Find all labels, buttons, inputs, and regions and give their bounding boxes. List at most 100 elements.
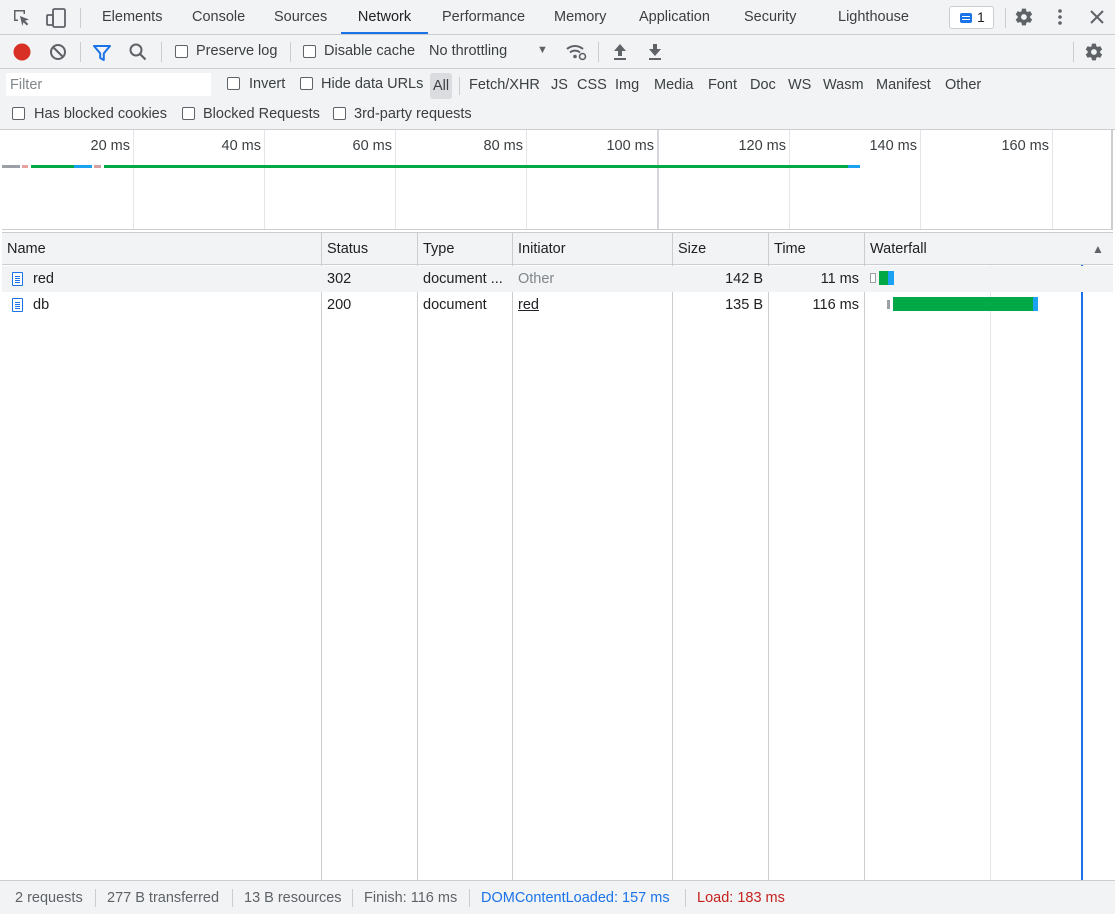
more-options-icon[interactable] [1050, 7, 1070, 27]
gridline [395, 130, 396, 229]
column-header-waterfall[interactable]: Waterfall [865, 233, 927, 265]
request-type: document ... [423, 271, 503, 287]
column-header-name[interactable]: Name [2, 233, 46, 265]
hide-data-urls-label[interactable]: Hide data URLs [321, 76, 423, 92]
table-row[interactable]: db 200 document red 135 B 116 ms [2, 292, 1113, 318]
tab-network[interactable]: Network [341, 0, 428, 34]
separator [352, 889, 353, 907]
network-toolbar: Preserve log Disable cache No throttling… [0, 35, 1115, 69]
tab-performance[interactable]: Performance [442, 0, 525, 34]
type-filter-doc[interactable]: Doc [747, 74, 779, 96]
disable-cache-checkbox[interactable] [303, 45, 316, 58]
blocked-requests-label[interactable]: Blocked Requests [203, 106, 320, 122]
column-header-type[interactable]: Type [418, 233, 454, 265]
filter-input[interactable] [6, 73, 211, 96]
type-filter-fetch-xhr[interactable]: Fetch/XHR [466, 74, 543, 96]
request-initiator-link[interactable]: red [513, 292, 673, 318]
throttling-select[interactable]: No throttling [429, 43, 507, 59]
request-time: 11 ms [820, 271, 859, 287]
request-status: 200 [327, 297, 352, 313]
clear-icon[interactable] [48, 42, 68, 62]
type-filter-img[interactable]: Img [612, 74, 642, 96]
type-filter-wasm[interactable]: Wasm [820, 74, 867, 96]
network-conditions-wifi-icon[interactable] [565, 42, 587, 62]
column-header-size[interactable]: Size [673, 233, 706, 265]
hide-data-urls-checkbox[interactable] [300, 77, 313, 90]
preserve-log-checkbox[interactable] [175, 45, 188, 58]
record-button-icon[interactable] [12, 42, 32, 62]
overview-bar-waiting [104, 165, 848, 168]
column-divider[interactable] [864, 232, 865, 880]
throttling-dropdown-arrow[interactable]: ▼ [537, 44, 548, 56]
type-filter-font[interactable]: Font [705, 74, 740, 96]
invert-checkbox[interactable] [227, 77, 240, 90]
third-party-requests-checkbox[interactable] [333, 107, 346, 120]
has-blocked-cookies-label[interactable]: Has blocked cookies [34, 106, 167, 122]
issues-counter-button[interactable]: 1 [949, 6, 994, 29]
column-divider[interactable] [512, 232, 513, 880]
overview-tick-label: 20 ms [90, 138, 131, 154]
overview-tick-label: 160 ms [1001, 138, 1049, 154]
tab-security[interactable]: Security [744, 0, 796, 34]
column-divider[interactable] [417, 232, 418, 880]
tab-sources[interactable]: Sources [274, 0, 327, 34]
request-name[interactable]: db [28, 292, 318, 318]
blocked-requests-checkbox[interactable] [182, 107, 195, 120]
device-toolbar-icon[interactable] [45, 7, 67, 29]
status-resources: 13 B resources [244, 890, 342, 906]
type-filter-manifest[interactable]: Manifest [873, 74, 934, 96]
overview-bar-connect [22, 165, 28, 168]
overview-tick-label: 140 ms [869, 138, 917, 154]
search-icon[interactable] [128, 42, 148, 62]
tab-lighthouse[interactable]: Lighthouse [838, 0, 909, 34]
import-har-upload-icon[interactable] [611, 42, 629, 62]
gridline [133, 130, 134, 229]
tab-application[interactable]: Application [639, 0, 710, 34]
column-header-time[interactable]: Time [769, 233, 806, 265]
column-header-status[interactable]: Status [322, 233, 368, 265]
tab-elements[interactable]: Elements [102, 0, 162, 34]
request-name[interactable]: red [28, 266, 318, 292]
overview-tick-label: 100 ms [606, 138, 654, 154]
tab-memory[interactable]: Memory [554, 0, 606, 34]
type-filter-ws[interactable]: WS [785, 74, 814, 96]
has-blocked-cookies-checkbox[interactable] [12, 107, 25, 120]
request-initiator: Other [518, 271, 555, 287]
disable-cache-label[interactable]: Disable cache [324, 43, 415, 59]
separator [95, 889, 96, 907]
tab-console[interactable]: Console [192, 0, 245, 34]
overview-bar-queue [2, 165, 20, 168]
network-settings-gear-icon[interactable] [1084, 42, 1104, 62]
invert-label[interactable]: Invert [249, 76, 285, 92]
network-overview-timeline[interactable]: 20 ms 40 ms 60 ms 80 ms 100 ms 120 ms 14… [2, 130, 1113, 230]
inspect-element-icon[interactable] [12, 8, 32, 28]
type-filter-other[interactable]: Other [942, 74, 984, 96]
waterfall-waiting-segment [893, 297, 1033, 311]
table-row[interactable]: red 302 document ... Other 142 B 11 ms [2, 266, 1113, 292]
filter-funnel-icon[interactable] [92, 43, 112, 63]
type-filter-css[interactable]: CSS [574, 74, 610, 96]
column-header-initiator[interactable]: Initiator [513, 233, 566, 265]
overview-bar-waiting [31, 165, 74, 168]
waterfall-waiting-segment [879, 271, 888, 285]
close-icon[interactable] [1088, 8, 1106, 26]
overview-tick-label: 40 ms [221, 138, 262, 154]
separator [459, 77, 460, 95]
request-time: 116 ms [812, 297, 859, 313]
column-divider[interactable] [768, 232, 769, 880]
third-party-requests-label[interactable]: 3rd-party requests [354, 106, 472, 122]
overview-tick-label: 60 ms [352, 138, 393, 154]
separator [1005, 8, 1006, 28]
column-divider[interactable] [672, 232, 673, 880]
column-divider[interactable] [321, 232, 322, 880]
type-filter-js[interactable]: JS [548, 74, 571, 96]
separator [161, 42, 162, 62]
sort-ascending-icon[interactable]: ▲ [1087, 233, 1104, 265]
status-requests-count: 2 requests [15, 890, 83, 906]
type-filter-all[interactable]: All [430, 73, 453, 99]
preserve-log-label[interactable]: Preserve log [196, 43, 277, 59]
issues-count: 1 [977, 9, 985, 25]
type-filter-media[interactable]: Media [651, 74, 697, 96]
settings-gear-icon[interactable] [1014, 7, 1034, 27]
export-har-download-icon[interactable] [646, 42, 664, 62]
